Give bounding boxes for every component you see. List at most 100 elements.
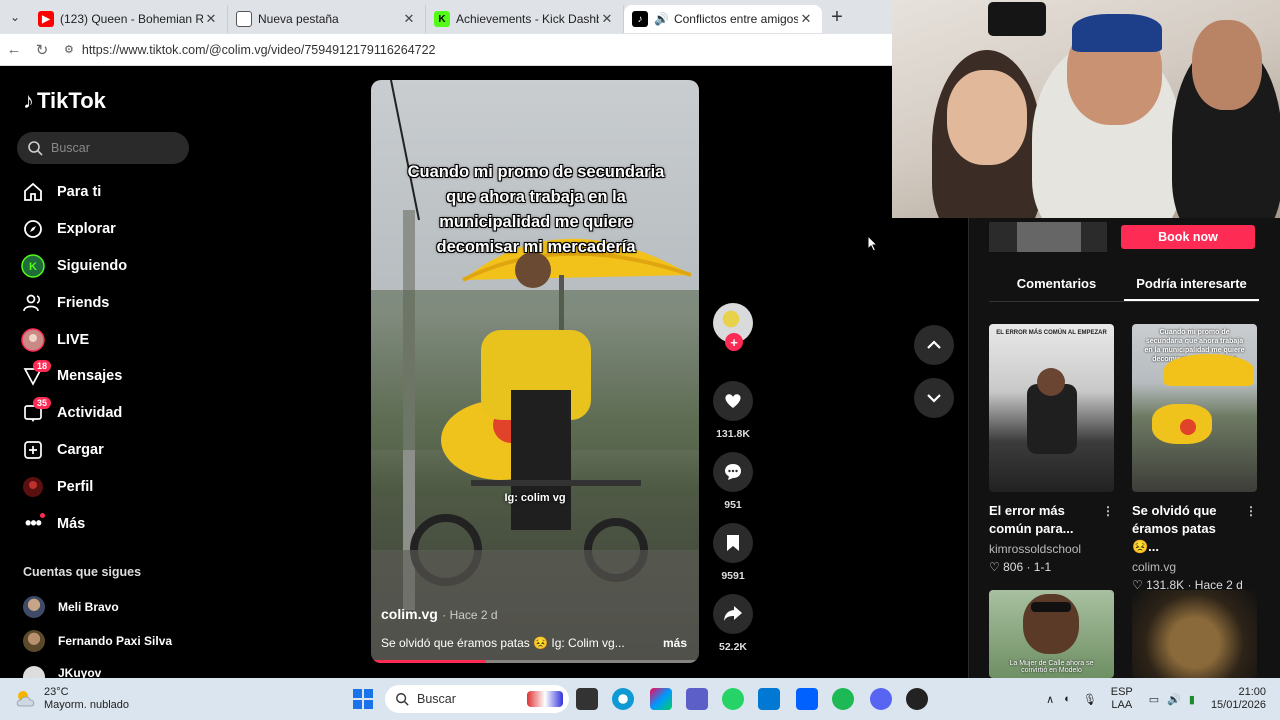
kick-icon: K bbox=[434, 11, 450, 27]
book-now-button[interactable]: Book now bbox=[1121, 225, 1255, 249]
video-progress-bar[interactable] bbox=[371, 660, 699, 663]
sidebar-item-actividad[interactable]: 35 Actividad bbox=[21, 395, 127, 432]
webcam-overlay bbox=[892, 0, 1280, 218]
youtube-icon: ▶ bbox=[38, 11, 54, 27]
url-field[interactable]: ⚙ https://www.tiktok.com/@colim.vg/video… bbox=[64, 43, 436, 57]
thumbnail-text: La Mujer de Calle ahora se convirtió en … bbox=[1009, 660, 1094, 674]
video-meta: colim.vg · Hace 2 d bbox=[381, 606, 498, 624]
speaker-icon[interactable]: 🔊 bbox=[654, 12, 669, 26]
friends-icon bbox=[21, 291, 45, 315]
following-item[interactable]: Fernando Paxi Silva bbox=[23, 630, 172, 652]
video-description-text: Se olvidó que éramos patas 😣 Ig: Colim v… bbox=[381, 636, 625, 650]
microphone-icon[interactable]: 🎙 bbox=[1083, 693, 1097, 706]
sidebar-item-mensajes[interactable]: 18 Mensajes bbox=[21, 358, 127, 395]
store-icon[interactable] bbox=[758, 688, 780, 710]
follow-plus-icon[interactable]: + bbox=[725, 333, 743, 351]
whatsapp-icon[interactable] bbox=[722, 688, 744, 710]
search-input[interactable]: Buscar bbox=[17, 132, 189, 164]
tab-podria-interesarte[interactable]: Podría interesarte bbox=[1124, 276, 1259, 301]
sidebar-item-siguiendo[interactable]: K Siguiendo bbox=[21, 248, 127, 285]
weather-widget[interactable]: 23°C Mayorm. nublado bbox=[14, 686, 129, 712]
new-tab-button[interactable]: + bbox=[822, 6, 852, 29]
site-info-icon[interactable]: ⚙ bbox=[64, 43, 74, 56]
recommendation-card[interactable]: Cuando mi promo de secundaria que ahora … bbox=[1132, 324, 1257, 592]
teams-icon[interactable] bbox=[686, 688, 708, 710]
battery-icon[interactable]: ▮ bbox=[1189, 693, 1195, 706]
sidebar-item-live[interactable]: LIVE bbox=[21, 321, 127, 358]
discord-icon[interactable] bbox=[870, 688, 892, 710]
creator-avatar[interactable]: + bbox=[713, 303, 753, 351]
following-item[interactable]: Meli Bravo bbox=[23, 596, 119, 618]
edge-icon[interactable] bbox=[612, 688, 634, 710]
tab-list-icon[interactable]: ⌄ bbox=[0, 0, 30, 34]
sidebar-item-mas[interactable]: ••• Más bbox=[21, 505, 127, 542]
dropbox-icon[interactable] bbox=[796, 688, 818, 710]
more-button[interactable]: más bbox=[663, 636, 687, 650]
close-icon[interactable]: ✕ bbox=[401, 11, 417, 27]
reload-icon[interactable]: ↻ bbox=[28, 41, 56, 59]
keyboard-layout: LAA bbox=[1111, 699, 1133, 711]
volume-icon[interactable]: 🔊 bbox=[1167, 693, 1181, 706]
more-options-icon[interactable]: ⋮ bbox=[1245, 502, 1257, 520]
task-view-icon[interactable] bbox=[576, 688, 598, 710]
video-overlay-text: Cuando mi promo de secundaria que ahora … bbox=[407, 163, 665, 256]
tiktok-logo[interactable]: ♪ TikTok bbox=[23, 88, 106, 114]
video-thumbnail[interactable]: Cuando mi promo de secundaria que ahora … bbox=[1132, 324, 1257, 492]
sidebar-item-cargar[interactable]: Cargar bbox=[21, 432, 127, 469]
like-button[interactable]: 131.8K bbox=[711, 381, 755, 440]
browser-tab-tiktok[interactable]: ♪ 🔊 Conflictos entre amigos: la his ✕ bbox=[624, 5, 822, 33]
tab-title: Conflictos entre amigos: la his bbox=[673, 12, 798, 26]
more-options-icon[interactable]: ⋮ bbox=[1102, 502, 1114, 520]
sidebar-item-label: LIVE bbox=[57, 331, 90, 348]
video-thumbnail[interactable]: La Mujer de Calle ahora se convirtió en … bbox=[989, 590, 1114, 678]
save-button[interactable]: 9591 bbox=[711, 523, 755, 582]
recommendation-card[interactable]: EL ERROR MÁS COMÚN AL EMPEZAR El error m… bbox=[989, 324, 1114, 574]
sidebar-item-explorar[interactable]: Explorar bbox=[21, 211, 127, 248]
following-item[interactable]: JKuyov bbox=[23, 666, 101, 678]
spotify-icon[interactable] bbox=[832, 688, 854, 710]
network-icon[interactable]: ▭ bbox=[1149, 693, 1159, 706]
product-thumbnail[interactable] bbox=[989, 222, 1107, 252]
obs-icon[interactable] bbox=[906, 688, 928, 710]
previous-video-button[interactable] bbox=[914, 325, 954, 365]
taskbar-search[interactable]: Buscar bbox=[385, 685, 569, 713]
tab-comentarios[interactable]: Comentarios bbox=[989, 276, 1124, 301]
mouse-cursor-icon bbox=[867, 235, 879, 252]
clock-date: 15/01/2026 bbox=[1210, 699, 1266, 711]
share-count: 52.2K bbox=[718, 641, 748, 653]
sidebar-item-friends[interactable]: Friends bbox=[21, 284, 127, 321]
tab-title: Nueva pestaña bbox=[258, 12, 339, 26]
recommendation-card[interactable] bbox=[1132, 590, 1257, 678]
close-icon[interactable]: ✕ bbox=[203, 11, 219, 27]
chevron-up-icon[interactable]: ∧ bbox=[1046, 693, 1054, 706]
recommendation-card[interactable]: La Mujer de Calle ahora se convirtió en … bbox=[989, 590, 1114, 678]
close-icon[interactable]: ✕ bbox=[599, 11, 615, 27]
next-video-button[interactable] bbox=[914, 378, 954, 418]
tiktok-note-icon: ♪ bbox=[23, 88, 34, 113]
sidebar-item-label: Friends bbox=[57, 294, 110, 311]
browser-tab-newtab[interactable]: Nueva pestaña ✕ bbox=[228, 5, 426, 33]
browser-tab-youtube[interactable]: ▶ (123) Queen - Bohemian Rhapsod ✕ bbox=[30, 5, 228, 33]
video-player[interactable]: Cuando mi promo de secundaria que ahora … bbox=[371, 80, 699, 663]
card-author[interactable]: kimrossoldschool bbox=[989, 542, 1114, 556]
copilot-icon[interactable] bbox=[650, 688, 672, 710]
avatar bbox=[23, 666, 45, 678]
back-icon[interactable]: ← bbox=[0, 41, 28, 58]
video-thumbnail[interactable]: EL ERROR MÁS COMÚN AL EMPEZAR bbox=[989, 324, 1114, 492]
windows-taskbar: 23°C Mayorm. nublado Buscar ∧ ◐ 🎙 ESP LA… bbox=[0, 678, 1280, 720]
share-button[interactable]: 52.2K bbox=[711, 594, 755, 653]
windows-start-icon[interactable] bbox=[352, 688, 374, 710]
card-author[interactable]: colim.vg bbox=[1132, 560, 1257, 574]
browser-tab-kick[interactable]: K Achievements - Kick Dashboard ✕ bbox=[426, 5, 624, 33]
video-username[interactable]: colim.vg bbox=[381, 606, 438, 622]
video-description: Se olvidó que éramos patas 😣 Ig: Colim v… bbox=[381, 636, 691, 650]
comment-count: 951 bbox=[724, 499, 742, 511]
video-thumbnail[interactable] bbox=[1132, 590, 1257, 678]
language-indicator[interactable]: ESP LAA bbox=[1111, 686, 1133, 712]
clock[interactable]: 21:00 15/01/2026 bbox=[1211, 686, 1266, 712]
sidebar-item-para-ti[interactable]: Para ti bbox=[21, 174, 127, 211]
tray-app-icon[interactable]: ◐ bbox=[1064, 693, 1071, 705]
sidebar-item-perfil[interactable]: Perfil bbox=[21, 468, 127, 505]
comment-button[interactable]: 951 bbox=[711, 452, 755, 511]
close-icon[interactable]: ✕ bbox=[798, 11, 814, 27]
